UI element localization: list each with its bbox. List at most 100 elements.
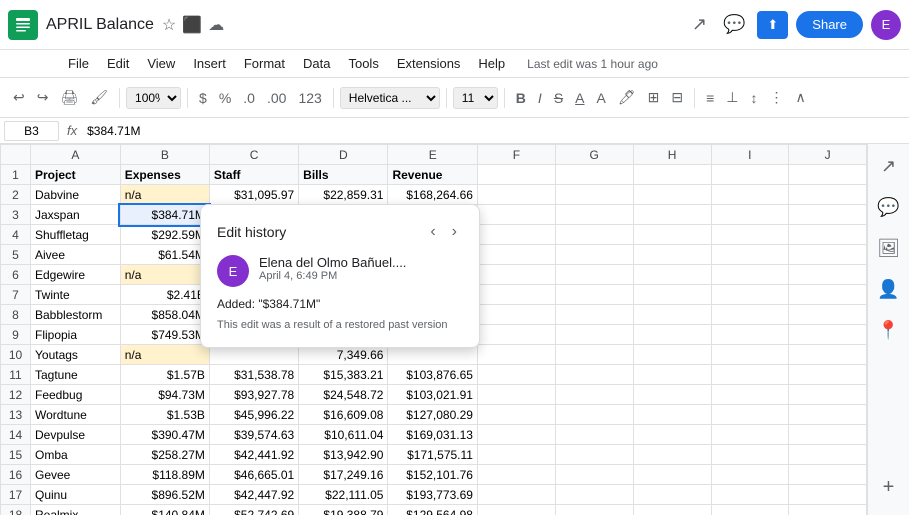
- cell-a9[interactable]: Flipopia: [31, 325, 121, 345]
- empty-cell[interactable]: [555, 405, 633, 425]
- row-number[interactable]: 7: [1, 285, 31, 305]
- row-number[interactable]: 13: [1, 405, 31, 425]
- cell-b3[interactable]: $384.71M: [120, 205, 209, 225]
- empty-cell[interactable]: [711, 485, 789, 505]
- cell-b16[interactable]: $118.89M: [120, 465, 209, 485]
- row-number[interactable]: 6: [1, 265, 31, 285]
- cell-c11[interactable]: $31,538.78: [209, 365, 298, 385]
- empty-cell[interactable]: [789, 225, 867, 245]
- empty-cell[interactable]: [477, 225, 555, 245]
- empty-cell[interactable]: [633, 285, 711, 305]
- menu-help[interactable]: Help: [470, 54, 513, 73]
- menu-tools[interactable]: Tools: [340, 54, 386, 73]
- share-button[interactable]: Share: [796, 11, 863, 38]
- formula-input[interactable]: [85, 122, 905, 140]
- row-number[interactable]: 14: [1, 425, 31, 445]
- menu-insert[interactable]: Insert: [185, 54, 234, 73]
- cell-e12[interactable]: $103,021.91: [388, 385, 478, 405]
- row-number[interactable]: 15: [1, 445, 31, 465]
- empty-cell[interactable]: [789, 485, 867, 505]
- row-number[interactable]: 1: [1, 165, 31, 185]
- col-header-j[interactable]: J: [789, 145, 867, 165]
- cell-a12[interactable]: Feedbug: [31, 385, 121, 405]
- cell-e18[interactable]: $129,564.98: [388, 505, 478, 515]
- cell-d14[interactable]: $10,611.04: [299, 425, 388, 445]
- cell-c18[interactable]: $52,742.69: [209, 505, 298, 515]
- paint-format-button[interactable]: 🖌: [85, 86, 113, 109]
- highlight-button[interactable]: 🖊: [613, 86, 641, 109]
- empty-cell[interactable]: [789, 265, 867, 285]
- empty-cell[interactable]: [477, 425, 555, 445]
- empty-cell[interactable]: [633, 425, 711, 445]
- cell-a1[interactable]: Project: [31, 165, 121, 185]
- menu-file[interactable]: File: [60, 54, 97, 73]
- empty-cell[interactable]: [555, 205, 633, 225]
- cell-c14[interactable]: $39,574.63: [209, 425, 298, 445]
- menu-format[interactable]: Format: [236, 54, 293, 73]
- app-icon[interactable]: [8, 10, 38, 40]
- cell-b11[interactable]: $1.57B: [120, 365, 209, 385]
- decimal-increase-button[interactable]: .00: [262, 87, 291, 109]
- row-number[interactable]: 12: [1, 385, 31, 405]
- cloud-icon[interactable]: ☁: [208, 15, 224, 35]
- align-button[interactable]: ≡: [701, 87, 719, 109]
- currency-button[interactable]: $: [194, 87, 212, 109]
- undo-button[interactable]: ↩: [8, 86, 30, 109]
- empty-cell[interactable]: [633, 365, 711, 385]
- empty-cell[interactable]: [555, 265, 633, 285]
- col-header-e[interactable]: E: [388, 145, 478, 165]
- italic-button[interactable]: I: [533, 87, 547, 109]
- popup-next-button[interactable]: ›: [446, 221, 463, 243]
- cell-a8[interactable]: Babblestorm: [31, 305, 121, 325]
- cell-a11[interactable]: Tagtune: [31, 365, 121, 385]
- cell-d1[interactable]: Bills: [299, 165, 388, 185]
- empty-cell[interactable]: [711, 265, 789, 285]
- empty-cell[interactable]: [477, 505, 555, 515]
- row-number[interactable]: 17: [1, 485, 31, 505]
- cell-c12[interactable]: $93,927.78: [209, 385, 298, 405]
- empty-cell[interactable]: [633, 225, 711, 245]
- trending-icon[interactable]: ↗: [688, 10, 711, 39]
- cell-c16[interactable]: $46,665.01: [209, 465, 298, 485]
- cell-d17[interactable]: $22,111.05: [299, 485, 388, 505]
- empty-cell[interactable]: [633, 505, 711, 515]
- cell-b14[interactable]: $390.47M: [120, 425, 209, 445]
- empty-cell[interactable]: [633, 205, 711, 225]
- empty-cell[interactable]: [711, 445, 789, 465]
- zoom-select[interactable]: 100%: [126, 87, 181, 109]
- redo-button[interactable]: ↪: [32, 86, 54, 109]
- cell-b4[interactable]: $292.59M: [120, 225, 209, 245]
- empty-cell[interactable]: [477, 345, 555, 365]
- col-header-h[interactable]: H: [633, 145, 711, 165]
- cell-a5[interactable]: Aivee: [31, 245, 121, 265]
- cell-e13[interactable]: $127,080.29: [388, 405, 478, 425]
- empty-cell[interactable]: [477, 385, 555, 405]
- empty-cell[interactable]: [555, 285, 633, 305]
- cell-a18[interactable]: Realmix: [31, 505, 121, 515]
- col-header-b[interactable]: B: [120, 145, 209, 165]
- cell-b17[interactable]: $896.52M: [120, 485, 209, 505]
- empty-cell[interactable]: [477, 405, 555, 425]
- cell-d16[interactable]: $17,249.16: [299, 465, 388, 485]
- cell-a7[interactable]: Twinte: [31, 285, 121, 305]
- empty-cell[interactable]: [555, 505, 633, 515]
- valign-button[interactable]: ⊥: [721, 86, 743, 109]
- cell-b1[interactable]: Expenses: [120, 165, 209, 185]
- empty-cell[interactable]: [633, 325, 711, 345]
- cell-b5[interactable]: $61.54M: [120, 245, 209, 265]
- empty-cell[interactable]: [477, 445, 555, 465]
- empty-cell[interactable]: [633, 445, 711, 465]
- empty-cell[interactable]: [711, 185, 789, 205]
- cell-d11[interactable]: $15,383.21: [299, 365, 388, 385]
- empty-cell[interactable]: [555, 425, 633, 445]
- col-header-a[interactable]: A: [31, 145, 121, 165]
- person-sidebar-icon[interactable]: 👤: [873, 275, 903, 304]
- row-number[interactable]: 11: [1, 365, 31, 385]
- empty-cell[interactable]: [555, 345, 633, 365]
- empty-cell[interactable]: [633, 385, 711, 405]
- row-number[interactable]: 2: [1, 185, 31, 205]
- popup-prev-button[interactable]: ‹: [424, 221, 441, 243]
- col-header-f[interactable]: F: [477, 145, 555, 165]
- cell-a14[interactable]: Devpulse: [31, 425, 121, 445]
- borders-button[interactable]: ⊞: [643, 86, 665, 109]
